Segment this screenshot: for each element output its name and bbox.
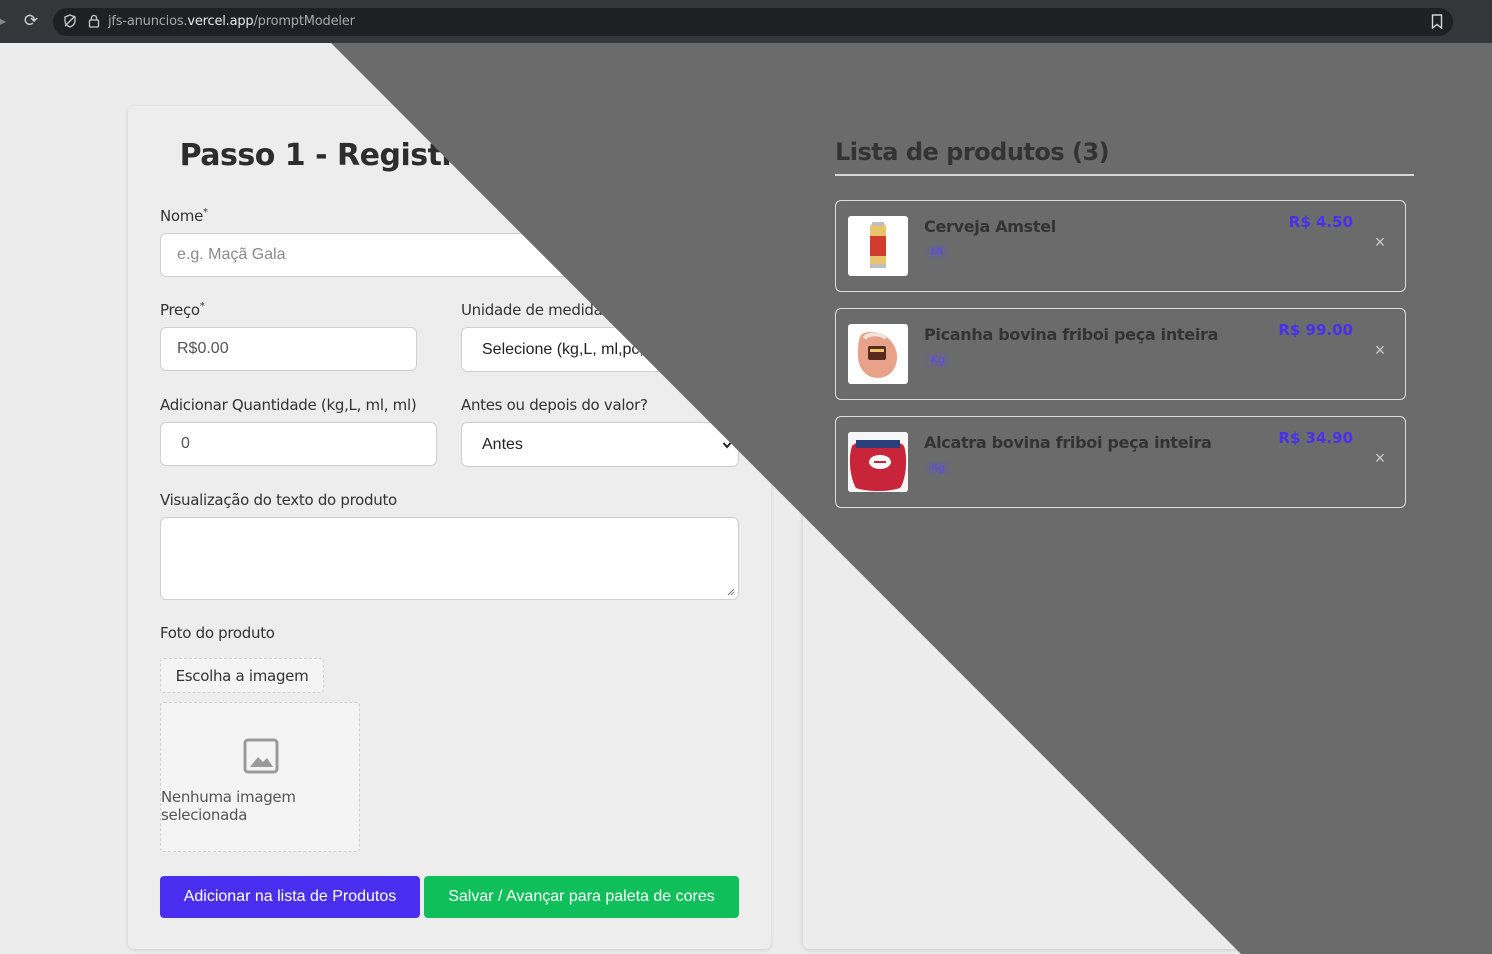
quantidade-input[interactable]: 0 (160, 422, 437, 466)
posicao-select[interactable]: Antes (461, 422, 739, 467)
quantidade-label: Adicionar Quantidade (kg,L, ml, ml) (160, 396, 417, 414)
unit-badge: Kg (926, 461, 950, 475)
posicao-label: Antes ou depois do valor? (461, 396, 648, 414)
tracking-shield-icon[interactable] (63, 14, 77, 28)
add-to-list-button[interactable]: Adicionar na lista de Produtos (160, 876, 420, 918)
beer-can-icon (848, 216, 908, 276)
forward-arrow-icon[interactable]: ▸ (0, 14, 6, 28)
choose-image-button[interactable]: Escolha a imagem (160, 658, 324, 693)
nome-label: Nome* (160, 207, 208, 225)
save-next-button[interactable]: Salvar / Avançar para paleta de cores (424, 876, 739, 918)
lock-icon[interactable] (87, 14, 101, 28)
image-preview-box[interactable]: Nenhuma imagem selecionada (160, 702, 360, 852)
no-image-text: Nenhuma imagem selecionada (161, 788, 296, 824)
product-list-item: Alcatra bovina friboi peça inteira Kg R$… (835, 416, 1406, 508)
product-price: R$ 4.50 (1288, 213, 1353, 231)
unidade-label: Unidade de medida* (461, 301, 608, 319)
divider (835, 174, 1414, 176)
foto-label: Foto do produto (160, 624, 275, 642)
bookmark-icon[interactable] (1431, 14, 1443, 29)
remove-item-icon[interactable]: × (1373, 341, 1387, 359)
unit-badge: Kg (926, 353, 950, 367)
address-bar[interactable]: jfs-anuncios.vercel.app/promptModeler (53, 8, 1453, 36)
product-price: R$ 99.00 (1278, 321, 1353, 339)
browser-toolbar: ▸ ⟳ jfs-anuncios.vercel.app/promptModele… (0, 0, 1492, 43)
reload-icon[interactable]: ⟳ (22, 12, 40, 30)
product-list-title: Lista de produtos (3) (835, 138, 1110, 166)
url-text: jfs-anuncios.vercel.app/promptModeler (108, 14, 355, 29)
preco-label: Preço* (160, 301, 205, 319)
remove-item-icon[interactable]: × (1373, 449, 1387, 467)
visualizacao-textarea[interactable] (160, 517, 739, 600)
alcatra-icon (848, 432, 908, 492)
resize-grip-icon[interactable] (727, 588, 735, 596)
product-name: Cerveja Amstel (924, 217, 1056, 236)
posicao-selected-value: Antes (482, 435, 523, 453)
unit-badge: Ml (926, 245, 948, 259)
picanha-icon (848, 324, 908, 384)
image-placeholder-icon (243, 738, 279, 774)
product-price: R$ 34.90 (1278, 429, 1353, 447)
preco-input[interactable]: R$0.00 (160, 327, 417, 371)
remove-item-icon[interactable]: × (1373, 233, 1387, 251)
visualizacao-label: Visualização do texto do produto (160, 491, 397, 509)
product-list-item: Cerveja Amstel Ml R$ 4.50 × (835, 200, 1406, 292)
product-list-item: Picanha bovina friboi peça inteira Kg R$… (835, 308, 1406, 400)
product-name: Picanha bovina friboi peça inteira (924, 325, 1219, 344)
product-name: Alcatra bovina friboi peça inteira (924, 433, 1212, 452)
